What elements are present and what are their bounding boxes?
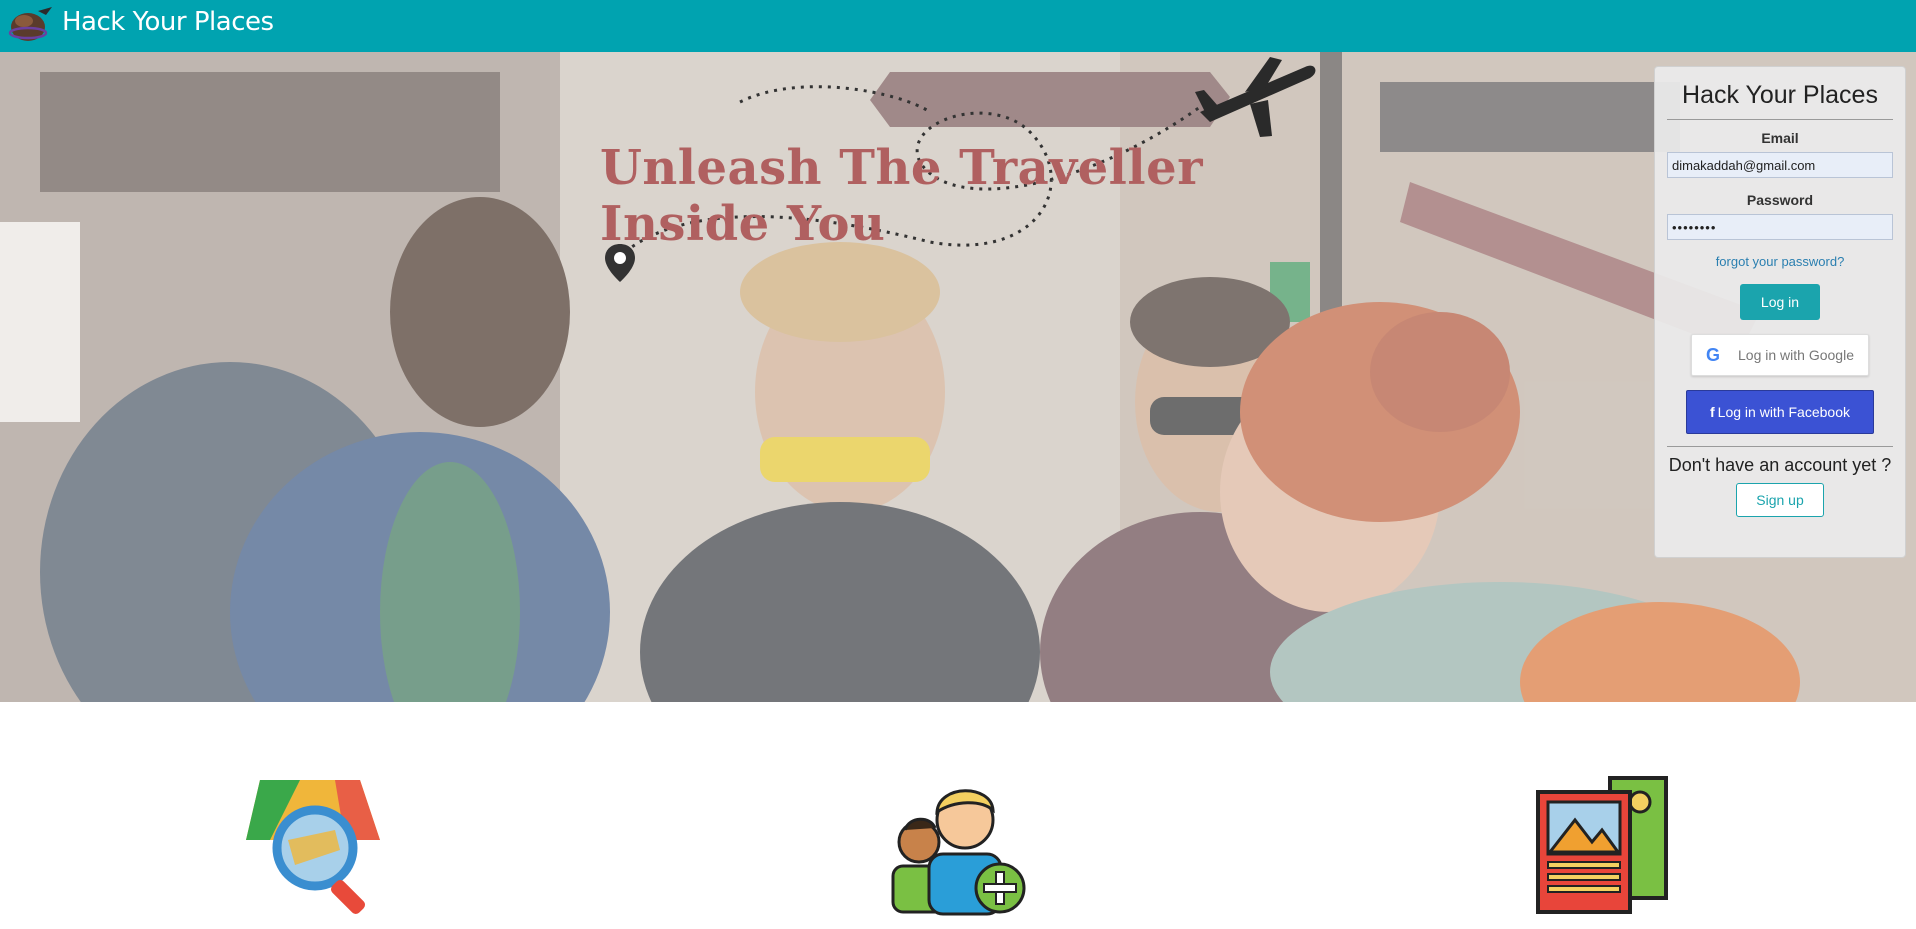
password-label: Password <box>1746 192 1814 208</box>
brand-name[interactable]: Hack Your Places <box>62 7 274 37</box>
login-card: Hack Your Places Email Password forgot y… <box>1654 66 1906 558</box>
email-field[interactable] <box>1667 152 1893 178</box>
facebook-icon: f <box>1710 404 1715 420</box>
airplane-icon <box>1195 57 1316 137</box>
hero-headline: Unleash The Traveller Inside You <box>600 140 1203 252</box>
add-friend-icon <box>891 789 1026 916</box>
signup-button[interactable]: Sign up <box>1736 483 1824 517</box>
email-label: Email <box>1761 130 1799 146</box>
forgot-password-link[interactable]: forgot your password? <box>1667 254 1893 272</box>
facebook-login-button[interactable]: f Log in with Facebook <box>1686 390 1874 434</box>
facebook-login-label: Log in with Facebook <box>1717 404 1850 420</box>
card-divider-bottom <box>1667 446 1893 447</box>
google-login-label: Log in with Google <box>1738 347 1854 363</box>
hero-banner: Unleash The Traveller Inside You <box>0 52 1916 702</box>
features-section <box>0 702 1916 929</box>
password-field[interactable] <box>1667 214 1893 240</box>
card-divider <box>1667 119 1893 120</box>
google-icon: G <box>1706 344 1721 365</box>
top-navbar: Hack Your Places <box>0 0 1916 52</box>
login-card-title: Hack Your Places <box>1682 81 1878 109</box>
globe-with-plane-icon[interactable] <box>6 3 56 45</box>
login-button[interactable]: Log in <box>1740 284 1820 320</box>
map-search-icon <box>246 780 380 915</box>
photo-cards-icon <box>1536 776 1668 914</box>
no-account-text: Don't have an account yet ? <box>1668 455 1892 475</box>
google-login-button[interactable]: G Log in with Google <box>1691 334 1869 376</box>
